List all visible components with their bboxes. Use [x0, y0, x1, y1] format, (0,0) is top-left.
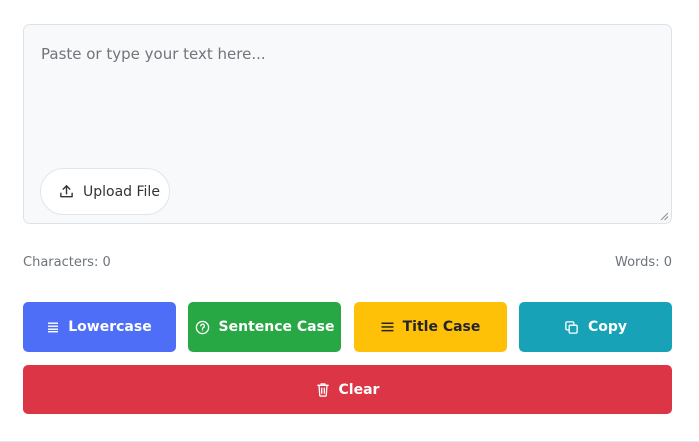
- title-case-label: Title Case: [402, 319, 481, 335]
- clear-button[interactable]: Clear: [23, 365, 672, 414]
- resize-handle-icon[interactable]: [660, 212, 669, 221]
- list-icon: [48, 322, 59, 333]
- title-case-button[interactable]: Title Case: [354, 302, 507, 352]
- menu-icon: [381, 322, 394, 332]
- copy-icon: [565, 320, 578, 334]
- lowercase-button[interactable]: Lowercase: [23, 302, 176, 352]
- sentence-case-button[interactable]: Sentence Case: [188, 302, 341, 352]
- clear-label: Clear: [338, 381, 380, 398]
- text-converter-card: Upload File Characters: 0 Words: 0 Lower…: [0, 0, 699, 442]
- question-circle-icon: [195, 320, 209, 334]
- lowercase-label: Lowercase: [68, 319, 152, 335]
- upload-file-label: Upload File: [83, 183, 160, 200]
- upload-icon: [60, 185, 73, 198]
- trash-icon: [316, 383, 329, 397]
- copy-label: Copy: [587, 319, 628, 335]
- word-count: Words: 0: [615, 255, 672, 270]
- copy-button[interactable]: Copy: [519, 302, 672, 352]
- upload-file-button[interactable]: Upload File: [40, 168, 170, 215]
- sentence-case-label: Sentence Case: [218, 319, 335, 335]
- character-count: Characters: 0: [23, 255, 111, 270]
